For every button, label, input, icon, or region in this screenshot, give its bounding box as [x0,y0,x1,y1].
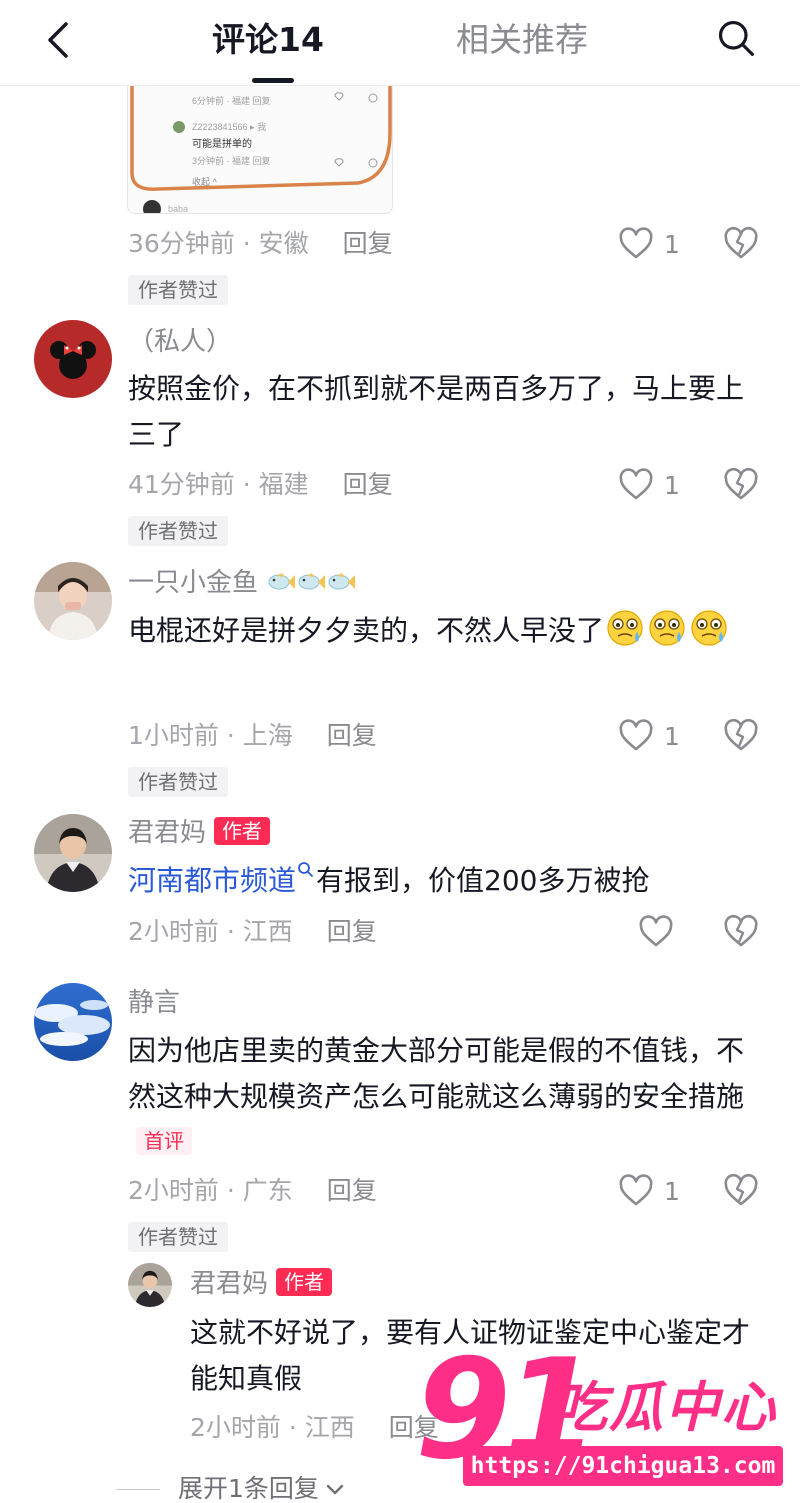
comment-time-location: 36分钟前 · 安徽 [128,229,309,258]
like-count: 1 [664,229,680,259]
heart-icon [619,227,653,259]
goldfish-emoji-icon [328,573,356,590]
comment-time-location: 1小时前 · 上海 [128,721,293,750]
like-button[interactable]: 1 [618,716,680,756]
comment-username[interactable]: （私人） [128,325,232,359]
dislike-button[interactable] [722,1172,760,1210]
like-button[interactable]: 1 [618,1171,680,1211]
goldfish-emoji-icon [298,573,326,590]
thumb-meta-2: 3分钟前 · 福建 回复 [192,155,271,166]
like-count: 1 [664,470,680,500]
reply-time-location: 2小时前 · 江西 [190,1413,355,1442]
comment-meta: 36分钟前 · 安徽 回复 [128,227,393,261]
reply-button[interactable]: 回复 [327,721,377,750]
comment-meta: 1小时前 · 上海 回复 [128,719,377,753]
comment-username[interactable]: 静言 [128,986,180,1020]
like-button[interactable] [638,912,674,952]
tab-comments[interactable]: 评论14 [212,18,324,62]
author-badge: 作者 [276,1268,333,1296]
tab-related-recommendations[interactable]: 相关推荐 [456,18,588,62]
comment-time-location: 41分钟前 · 福建 [128,470,309,499]
comment-time-location: 2小时前 · 广东 [128,1176,293,1205]
mention-link[interactable]: 河南都市频道 [128,862,316,897]
reply-username[interactable]: 君君妈 作者 [190,1267,333,1301]
back-icon[interactable] [40,20,80,60]
comment-meta: 2小时前 · 广东 回复 [128,1174,377,1208]
comment-meta: 41分钟前 · 福建 回复 [128,468,393,502]
watermark-logo: 91 吃瓜中心 https://91chigua13.com [415,1340,795,1500]
comment-text-content: 电棍还好是拼夕夕卖的，不然人早没了 [128,614,605,647]
watermark-url: https://91chigua13.com [463,1446,783,1486]
dislike-button[interactable] [722,717,760,755]
heart-icon [639,915,673,947]
comment-text-content: 因为他店里卖的黄金大部分可能是假的不值钱，不然这种大规模资产怎么可能就这么薄弱的… [128,1034,745,1113]
watermark-name: 吃瓜中心 [553,1376,777,1439]
chevron-down-icon [326,1484,344,1495]
broken-heart-icon [724,467,758,500]
reply-meta: 2小时前 · 江西 回复 [190,1411,439,1445]
thumb-meta-1: 6分钟前 · 福建 回复 [192,95,271,106]
thumb-user-2: baba [168,204,188,214]
author-liked-tag: 作者赞过 [128,767,228,797]
like-button[interactable]: 1 [618,224,680,264]
crying-laugh-emoji-icon [689,608,729,648]
dislike-button[interactable] [722,913,760,951]
broken-heart-icon [724,914,758,947]
author-liked-tag: 作者赞过 [128,516,228,546]
reply-button[interactable]: 回复 [327,1176,377,1205]
crying-laugh-emoji-icon [605,608,645,648]
top-bar: 评论14 相关推荐 [0,0,800,86]
thumb-collapse: 收起 ^ [192,176,218,187]
comment-text-content: 有报到，价值200多万被抢 [316,864,650,897]
like-button[interactable]: 1 [618,465,680,505]
avatar[interactable] [34,320,112,398]
comment-text: 按照金价，在不抓到就不是两百多万了，马上要上三了 [128,372,745,451]
comment-image-thumbnail[interactable]: 6分钟前 · 福建 回复 Z2223841566 ▸ 我 可能是拼单的 3分钟前… [127,72,393,214]
heart-icon [619,1174,653,1206]
mention-text: 河南都市频道 [128,864,297,897]
dislike-button[interactable] [722,225,760,263]
like-count: 1 [664,1176,680,1206]
search-icon[interactable] [716,18,760,62]
comment-time-location: 2小时前 · 江西 [128,917,293,946]
username-text: 君君妈 [128,818,207,848]
dislike-button[interactable] [722,466,760,504]
author-liked-tag: 作者赞过 [128,275,228,305]
username-text: 君君妈 [190,1269,269,1299]
heart-icon [619,719,653,751]
divider-line [116,1488,160,1490]
username-text: 一只小金鱼 [128,568,259,598]
comment-username[interactable]: 君君妈 作者 [128,816,271,850]
search-small-icon [298,862,313,877]
first-comment-badge: 首评 [136,1127,192,1155]
reply-button[interactable]: 回复 [343,470,393,499]
heart-icon [619,468,653,500]
reply-button[interactable]: 回复 [327,917,377,946]
thumb-user: Z2223841566 ▸ 我 [192,122,266,132]
broken-heart-icon [724,1173,758,1206]
comment-username[interactable]: 一只小金鱼 [128,566,356,600]
crying-laugh-emoji-icon [647,608,687,648]
comment-text: 河南都市频道 有报到，价值200多万被抢 [128,858,768,904]
reply-button[interactable]: 回复 [343,229,393,258]
avatar[interactable] [34,562,112,640]
expand-replies-label: 展开1条回复 [178,1474,319,1503]
thumb-text: 可能是拼单的 [192,137,252,150]
comment-meta: 2小时前 · 江西 回复 [128,915,377,949]
goldfish-emoji-icon [268,573,296,590]
avatar[interactable] [34,814,112,892]
comment-text: 电棍还好是拼夕夕卖的，不然人早没了 [128,608,768,654]
avatar[interactable] [34,983,112,1061]
active-tab-indicator [252,78,294,83]
like-count: 1 [664,721,680,751]
author-liked-tag: 作者赞过 [128,1222,228,1252]
author-badge: 作者 [214,817,271,845]
broken-heart-icon [724,226,758,259]
broken-heart-icon [724,718,758,751]
avatar[interactable] [128,1263,172,1307]
expand-replies-button[interactable]: 展开1条回复 [116,1472,347,1503]
comment-text: 因为他店里卖的黄金大部分可能是假的不值钱，不然这种大规模资产怎么可能就这么薄弱的… [128,1028,768,1166]
